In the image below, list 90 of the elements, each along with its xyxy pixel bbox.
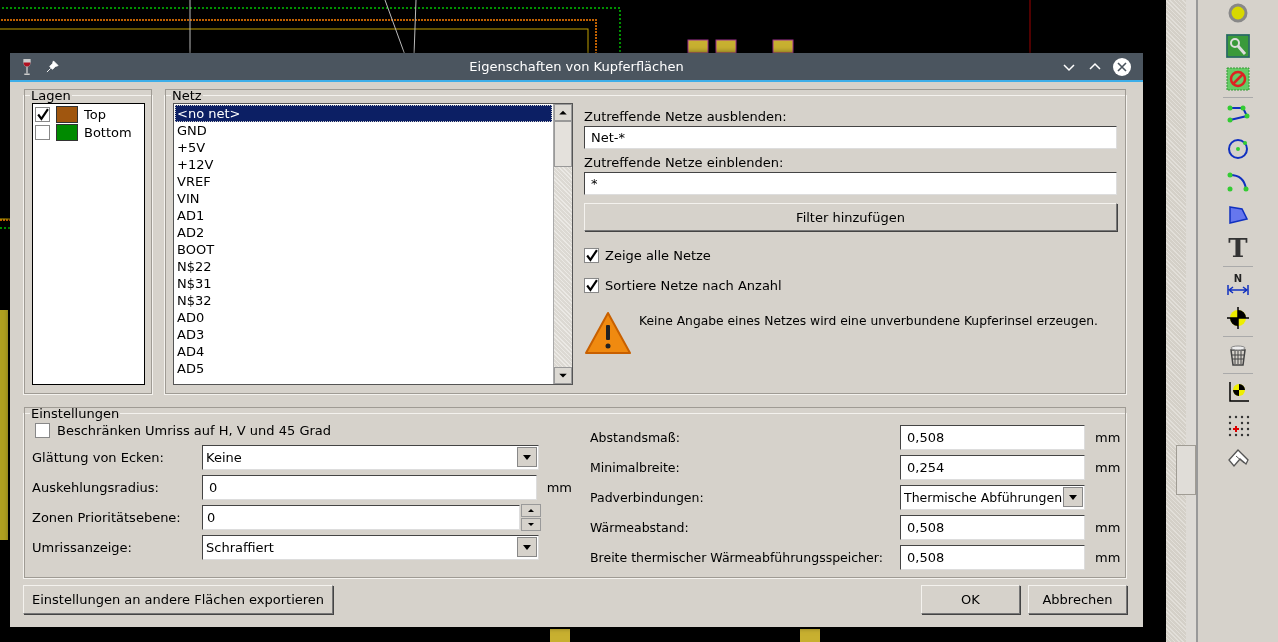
input-field[interactable]: * bbox=[584, 172, 1117, 195]
scroll-down-icon[interactable] bbox=[554, 367, 572, 384]
trace-line bbox=[384, 0, 406, 56]
dropdown[interactable]: Thermische Abführungen bbox=[900, 484, 1085, 510]
target-icon[interactable] bbox=[1226, 306, 1250, 330]
net-item[interactable]: AD0 bbox=[175, 309, 552, 326]
net-item[interactable]: AD3 bbox=[175, 326, 552, 343]
trace-line bbox=[1029, 0, 1031, 56]
net-item[interactable]: AD4 bbox=[175, 343, 552, 360]
spin-box[interactable]: 0 bbox=[202, 504, 520, 530]
input-field[interactable]: Net-* bbox=[584, 126, 1117, 149]
field-label: Minimalbreite: bbox=[590, 459, 681, 475]
copper-pad bbox=[715, 39, 737, 54]
circle-icon[interactable] bbox=[1226, 137, 1250, 161]
copper-pad bbox=[772, 39, 794, 54]
net-item[interactable]: AD2 bbox=[175, 224, 552, 241]
checkbox[interactable] bbox=[584, 278, 599, 293]
input-field[interactable]: 0,508 bbox=[900, 514, 1085, 540]
unit-label: mm bbox=[546, 479, 572, 495]
text-tool-icon[interactable]: T bbox=[1226, 236, 1250, 260]
wine-glass-icon bbox=[20, 57, 34, 76]
grid-icon[interactable] bbox=[1226, 413, 1250, 437]
net-item[interactable]: N$22 bbox=[175, 258, 552, 275]
group-title: Lagen bbox=[30, 88, 72, 103]
input-field[interactable]: 0,508 bbox=[900, 424, 1085, 450]
canvas-scrollbar[interactable] bbox=[1166, 0, 1196, 642]
polygon-icon[interactable] bbox=[1226, 203, 1250, 227]
field-label: Zutreffende Netze ausblenden: bbox=[584, 109, 788, 124]
net-item[interactable]: N$31 bbox=[175, 275, 552, 292]
net-item[interactable]: <no net> bbox=[175, 105, 552, 122]
window-title: Eigenschaften von Kupferflächen bbox=[469, 59, 684, 74]
field-label: Umrissanzeige: bbox=[32, 539, 133, 555]
field-label: Zonen Prioritätsebene: bbox=[32, 509, 182, 525]
spin-down-icon[interactable] bbox=[521, 517, 541, 531]
checkbox[interactable] bbox=[35, 422, 50, 438]
checkbox[interactable] bbox=[35, 124, 50, 140]
unit-label: mm bbox=[1095, 429, 1121, 445]
spin-up-icon[interactable] bbox=[521, 503, 541, 517]
add-filter-button[interactable]: Filter hinzufügen bbox=[584, 203, 1117, 231]
copper-pad bbox=[550, 629, 570, 642]
arc-icon[interactable] bbox=[1226, 170, 1250, 194]
net-item[interactable]: BOOT bbox=[175, 241, 552, 258]
checkbox[interactable] bbox=[584, 248, 599, 263]
field-label: Abstandsmaß: bbox=[590, 429, 681, 445]
unit-label: mm bbox=[1095, 549, 1121, 565]
scroll-thumb[interactable] bbox=[1176, 445, 1196, 495]
net-item[interactable]: N$32 bbox=[175, 292, 552, 309]
scroll-up-icon[interactable] bbox=[554, 104, 572, 121]
net-item[interactable]: VIN bbox=[175, 190, 552, 207]
field-label: Padverbindungen: bbox=[590, 489, 705, 505]
export-settings-button[interactable]: Einstellungen an andere Flächen exportieren bbox=[23, 585, 334, 614]
ok-button[interactable]: OK bbox=[921, 585, 1020, 614]
net-item[interactable]: AD5 bbox=[175, 360, 552, 377]
net-item[interactable]: AD1 bbox=[175, 207, 552, 224]
warning-text: Keine Angabe eines Netzes wird eine unverbundene Kupferinsel erzeugen. bbox=[639, 313, 1098, 328]
copper-pad bbox=[687, 39, 709, 54]
list-scrollbar[interactable] bbox=[553, 104, 572, 384]
warning-icon bbox=[584, 311, 632, 355]
origin-icon[interactable] bbox=[1226, 380, 1250, 404]
field-label: Glättung von Ecken: bbox=[32, 449, 165, 465]
field-label: Zutreffende Netze einblenden: bbox=[584, 155, 785, 170]
field-label: Wärmeabstand: bbox=[590, 519, 690, 535]
unit-label: mm bbox=[1095, 459, 1121, 475]
group-title: Netz bbox=[171, 88, 203, 103]
input-field[interactable]: 0,508 bbox=[900, 544, 1085, 570]
checkbox-label[interactable]: Beschränken Umriss auf H, V und 45 Grad bbox=[57, 422, 332, 438]
field-label: Breite thermischer Wärmeabführungsspeicher: bbox=[590, 549, 884, 565]
checkbox[interactable] bbox=[35, 106, 50, 122]
net-item[interactable]: GND bbox=[175, 122, 552, 139]
net-item[interactable]: VREF bbox=[175, 173, 552, 190]
keepout-icon[interactable] bbox=[1226, 67, 1250, 91]
close-icon[interactable] bbox=[1113, 57, 1131, 76]
scroll-thumb[interactable] bbox=[554, 121, 572, 167]
checkbox-label[interactable]: Sortiere Netze nach Anzahl bbox=[605, 278, 782, 293]
cancel-button[interactable]: Abbrechen bbox=[1028, 585, 1127, 614]
dropdown[interactable]: Keine bbox=[202, 444, 539, 470]
input-field[interactable]: 0 bbox=[202, 474, 537, 500]
dropdown[interactable]: Schraffiert bbox=[202, 534, 539, 560]
group-title: Einstellungen bbox=[30, 406, 121, 421]
checkbox-label[interactable]: Zeige alle Netze bbox=[605, 248, 711, 263]
field-label: Auskehlungsradius: bbox=[32, 479, 160, 495]
input-field[interactable]: 0,254 bbox=[900, 454, 1085, 480]
trace-line bbox=[413, 0, 417, 56]
layer-item[interactable]: Bottom bbox=[35, 123, 142, 141]
copper-pad bbox=[800, 629, 820, 642]
pin-icon[interactable] bbox=[46, 60, 59, 73]
layer-item[interactable]: Top bbox=[35, 105, 142, 123]
net-item[interactable]: +5V bbox=[175, 139, 552, 156]
net-item[interactable]: +12V bbox=[175, 156, 552, 173]
unit-label: mm bbox=[1095, 519, 1121, 535]
